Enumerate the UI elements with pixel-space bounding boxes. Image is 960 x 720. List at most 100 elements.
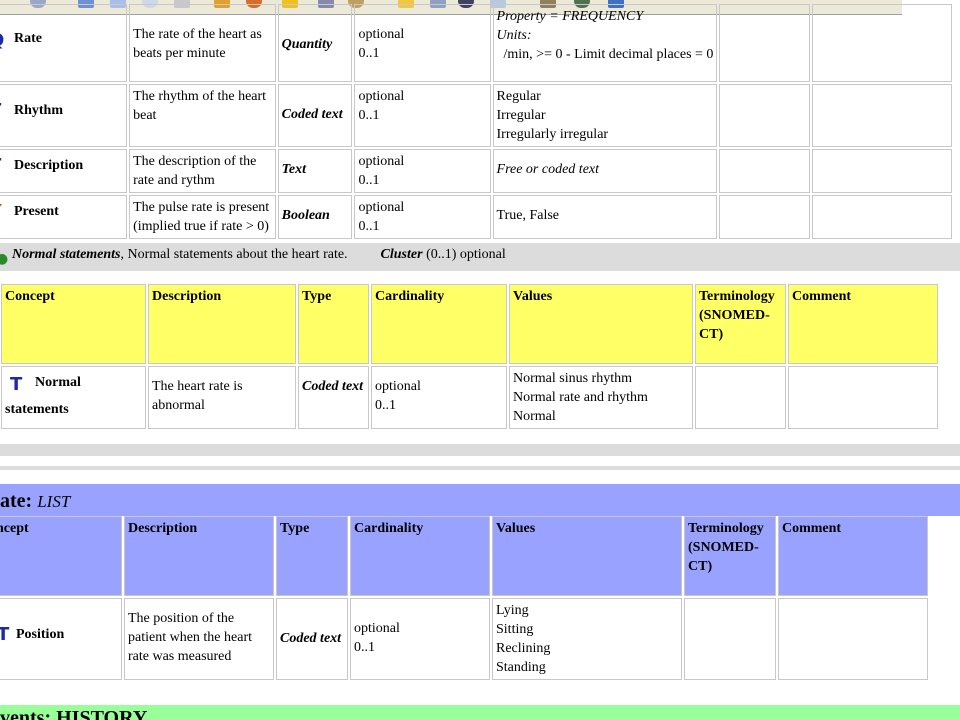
column-header-terminology: Terminology (SNOMED-CT) — [695, 284, 786, 364]
cardinality-range: 0..1 — [358, 219, 380, 234]
values-cell: True, False — [492, 195, 718, 239]
comment-cell — [811, 149, 952, 193]
cluster-description: , Normal statements about the heart rate… — [120, 247, 348, 262]
column-header-terminology: Terminology (SNOMED-CT) — [684, 516, 776, 596]
column-header-cardinality: Cardinality — [371, 284, 507, 364]
comment-cell — [778, 598, 928, 680]
cluster-table: Concept Description Type Cardinality Val… — [0, 282, 940, 431]
type-cell: Coded text — [298, 366, 369, 429]
boolean-cross-icon: ✗ — [0, 202, 4, 221]
type-cell: Coded text — [277, 84, 353, 147]
cardinality-cell: optional 0..1 — [371, 366, 507, 429]
concept-cell: T Rhythm — [0, 84, 128, 147]
text-type-icon: T — [0, 156, 1, 175]
values-line: Sitting — [496, 622, 534, 637]
text-type-icon: T — [10, 374, 23, 395]
text-type-icon: T — [0, 625, 9, 644]
terminology-cell — [719, 84, 810, 147]
concept-label: Description — [14, 158, 84, 173]
concept-label: Position — [16, 627, 65, 642]
column-header-type: Type — [276, 516, 348, 596]
concept-cell: T Position — [0, 598, 122, 680]
table-row: ✗ Present The pulse rate is present (impl… — [0, 195, 952, 239]
cardinality-optional: optional — [358, 200, 405, 215]
values-cell: Lying Sitting Reclining Standing — [492, 598, 682, 680]
cardinality-cell: optional 0..1 — [354, 4, 491, 82]
cardinality-optional: optional — [358, 27, 405, 42]
values-line: Property = FREQUENCY — [496, 9, 644, 24]
values-line: Normal sinus rhythm — [513, 371, 632, 386]
cardinality-cell: optional 0..1 — [354, 195, 491, 239]
table-row: T Rhythm The rhythm of the heart beat Cod… — [0, 84, 952, 147]
cardinality-range: 0..1 — [354, 640, 375, 655]
concept-label-continued: statements — [5, 402, 69, 417]
values-line: Standing — [496, 660, 546, 675]
values-line: Normal rate and rhythm — [513, 390, 648, 405]
values-cell: Regular Irregular Irregularly irregular — [492, 84, 718, 147]
cluster-kind: Cluster — [380, 247, 423, 262]
column-header-values: Values — [509, 284, 693, 364]
concept-cell: ✗ Present — [0, 195, 128, 239]
type-cell: Boolean — [277, 195, 353, 239]
terminology-cell — [719, 149, 810, 193]
cardinality-cell: optional 0..1 — [354, 149, 491, 193]
column-header-cardinality: Cardinality — [350, 516, 490, 596]
column-header-comment: Comment — [788, 284, 938, 364]
column-header-description: Description — [124, 516, 274, 596]
pulse-data-table: Q Rate The rate of the heart as beats per… — [0, 2, 954, 241]
cardinality-optional: optional — [375, 379, 421, 394]
values-line: Lying — [496, 603, 529, 618]
cluster-header-bar: ● Normal statements, Normal statements a… — [0, 243, 960, 271]
section-separator — [0, 444, 960, 456]
description-cell: The description of the rate and rythm — [129, 149, 276, 193]
comment-cell — [811, 4, 952, 82]
values-cell: Free or coded text — [492, 149, 718, 193]
comment-cell — [788, 366, 938, 429]
values-line: Regular — [496, 89, 541, 104]
table-row: Q Rate The rate of the heart as beats per… — [0, 4, 952, 82]
concept-cell: T Normal statements — [1, 366, 146, 429]
cardinality-range: 0..1 — [375, 398, 396, 413]
cluster-table-header: Concept Description Type Cardinality Val… — [1, 284, 938, 364]
cardinality-optional: optional — [358, 154, 405, 169]
description-cell: The rhythm of the heart beat — [129, 84, 276, 147]
rate-section-bar: ate: LIST — [0, 484, 960, 516]
values-line: /min, >= 0 - Limit decimal places = 0 — [496, 47, 714, 62]
column-header-concept: Concept — [1, 284, 146, 364]
values-line: Reclining — [496, 641, 551, 656]
column-header-comment: Comment — [778, 516, 928, 596]
concept-label: Rate — [14, 31, 42, 46]
cardinality-range: 0..1 — [358, 173, 380, 188]
section-separator — [0, 466, 960, 470]
type-cell: Quantity — [277, 4, 353, 82]
quantity-icon: Q — [0, 31, 4, 50]
table-row: T Normal statements The heart rate is ab… — [1, 366, 938, 429]
concept-label: Rhythm — [14, 103, 64, 118]
terminology-cell — [695, 366, 786, 429]
values-line: Units: — [496, 28, 532, 43]
type-cell: Coded text — [276, 598, 348, 680]
rate-table: ncept Description Type Cardinality Value… — [0, 514, 930, 682]
terminology-cell — [719, 4, 810, 82]
values-line: Normal — [513, 409, 556, 424]
cardinality-cell: optional 0..1 — [350, 598, 490, 680]
values-cell: Normal sinus rhythm Normal rate and rhyth… — [509, 366, 693, 429]
cardinality-cell: optional 0..1 — [354, 84, 491, 147]
rate-section-title: ate: LIST — [0, 490, 70, 513]
cardinality-optional: optional — [354, 621, 400, 636]
rate-title-type: LIST — [37, 492, 71, 511]
events-section-title: vents: HISTORY — [0, 707, 148, 720]
description-cell: The heart rate is abnormal — [148, 366, 296, 429]
concept-label: Present — [14, 204, 59, 219]
concept-label: Normal — [35, 375, 81, 390]
column-header-concept: ncept — [0, 516, 122, 596]
column-header-description: Description — [148, 284, 296, 364]
rate-title-text: ate: — [0, 490, 38, 512]
comment-cell — [811, 84, 952, 147]
type-cell: Text — [277, 149, 353, 193]
events-section-bar: vents: HISTORY — [0, 705, 960, 720]
column-header-type: Type — [298, 284, 369, 364]
comment-cell — [811, 195, 952, 239]
cardinality-range: 0..1 — [358, 108, 380, 123]
cardinality-optional: optional — [358, 89, 405, 104]
